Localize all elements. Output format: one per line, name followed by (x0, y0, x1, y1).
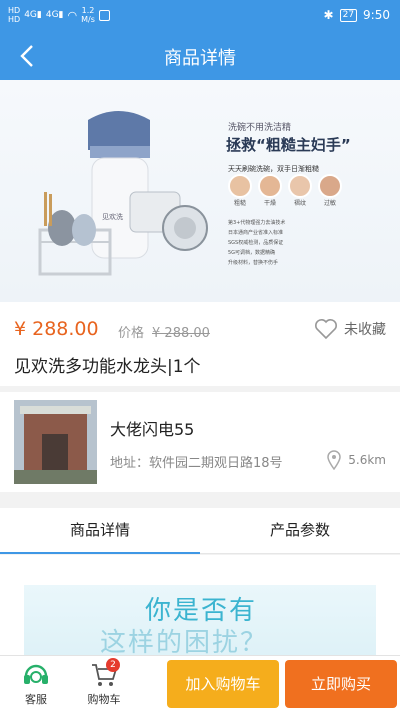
signal-icon: 4G▮ (45, 10, 64, 20)
add-to-cart-button[interactable]: 加入购物车 (167, 660, 279, 708)
page-title: 商品详情 (164, 48, 236, 69)
headset-icon (24, 664, 48, 684)
product-banner[interactable]: 洗碗不用洗洁精 拯救“粗糙主妇手” 天天刷碗洗碗，双手日渐粗糙 粗糙 干燥 褶纹… (0, 80, 400, 302)
speed-unit: M/s (81, 15, 95, 24)
hand-item: 干燥 (258, 174, 282, 207)
hand-label: 干燥 (263, 200, 276, 207)
buy-now-button[interactable]: 立即购买 (285, 660, 397, 708)
detail-content: 你是否有 这样的困扰？ (0, 555, 400, 655)
banner-bullet: SGS权威检测，品质保证 (228, 240, 284, 246)
product-price: ¥ 288.00 (14, 318, 99, 340)
signal-label-2: 4G (45, 10, 59, 20)
tab-product-params[interactable]: 产品参数 (200, 508, 400, 554)
battery-indicator: 27 (339, 8, 358, 22)
store-address: 地址：软件园二期观日路18号 (110, 456, 283, 471)
hand-label: 过敏 (323, 200, 336, 207)
speed-value: 1.2 (81, 6, 95, 15)
hand-item: 粗糙 (228, 174, 252, 207)
hand-label: 褶纹 (293, 200, 306, 207)
banner-headline-2: 拯救“粗糙主妇手” (226, 136, 351, 154)
store-photo (14, 400, 97, 484)
signal-label-1: 4G (24, 10, 37, 20)
cart-label: 购物车 (87, 693, 121, 706)
banner-bullet: 日本通商产业省准入标准 (228, 230, 284, 236)
original-price-label: 价格 (118, 326, 145, 341)
location-pin-icon (327, 450, 342, 470)
store-distance: 5.6km (326, 450, 386, 470)
detail-headline: 你是否有 这样的困扰？ (100, 595, 268, 655)
hand-label: 粗糙 (233, 200, 246, 207)
product-info: ¥ 288.00 价格 ¥ 288.00 未收藏 见欢洗多功能水龙头|1个 (0, 302, 400, 386)
app-notification-icon (98, 9, 110, 21)
store-building-image (14, 400, 97, 484)
banner-bullet: 第3+代物理强力去油技术 (228, 220, 286, 226)
banner-headline-1: 洗碗不用洗洁精 (228, 123, 292, 133)
bluetooth-icon: ✱ (323, 8, 334, 22)
status-bar: HD HD 4G▮ 4G▮ ◠ 1.2 M/s ✱ 27 9:50 (0, 0, 400, 32)
detail-tabs: 商品详情 产品参数 (0, 508, 400, 554)
banner-bullet: 5G可调档，数据精确 (228, 250, 276, 256)
detail-line-2: 这样的困扰？ (100, 628, 269, 655)
hd-label-1: HD (8, 6, 21, 15)
app-bar: 商品详情 (0, 32, 400, 80)
signal-icon: 4G▮ (24, 10, 42, 20)
banner-bullet: 升级材料，替换不伤手 (228, 260, 279, 266)
network-indicator: HD HD (8, 6, 20, 24)
banner-bullets: 第3+代物理强力去油技术 日本通商产业省准入标准 SGS权威检测，品质保证 5G… (228, 218, 285, 268)
banner-subline: 天天刷碗洗碗，双手日渐粗糙 (228, 165, 319, 173)
clock: 9:50 (363, 8, 390, 22)
detail-line-1: 你是否有 (145, 596, 258, 626)
product-name: 见欢洗多功能水龙头|1个 (14, 357, 201, 377)
cart-count-badge: 2 (106, 658, 120, 672)
original-price-value: ¥ 288.00 (152, 326, 210, 341)
network-speed: 1.2 M/s (81, 6, 95, 24)
cart-button[interactable]: 2 购物车 (82, 658, 126, 707)
tab-product-details[interactable]: 商品详情 (0, 508, 200, 554)
store-name: 大佬闪电55 (110, 420, 195, 439)
heart-icon (315, 319, 337, 340)
hand-item: 褶纹 (288, 174, 312, 207)
banner-hand-labels: 粗糙 干燥 褶纹 过敏 (228, 174, 342, 207)
bottom-action-bar: 客服 2 购物车 加入购物车 立即购买 (0, 655, 400, 711)
distance-value: 5.6km (348, 453, 386, 467)
customer-service-button[interactable]: 客服 (14, 660, 58, 707)
banner-brand: 见欢洗 (102, 213, 123, 221)
wifi-icon: ◠ (67, 8, 78, 22)
hd-label-2: HD (8, 15, 21, 24)
hand-item: 过敏 (318, 174, 342, 207)
favorite-label: 未收藏 (344, 322, 386, 338)
customer-service-label: 客服 (25, 693, 47, 706)
original-price: 价格 ¥ 288.00 (118, 322, 210, 341)
store-card[interactable]: 大佬闪电55 地址：软件园二期观日路18号 5.6km (0, 392, 400, 492)
favorite-button[interactable]: 未收藏 (314, 318, 386, 340)
